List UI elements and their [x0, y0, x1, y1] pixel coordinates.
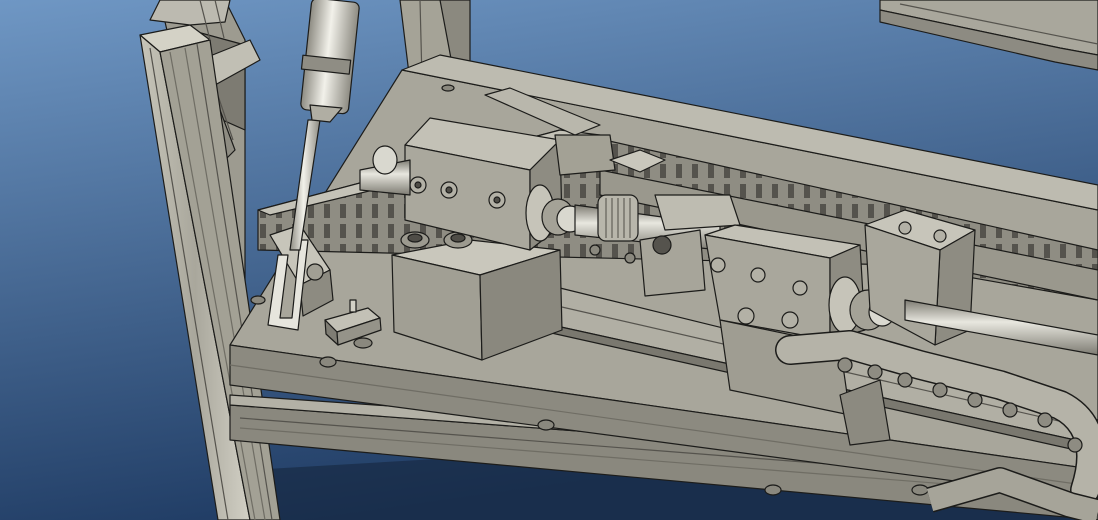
assembly-render — [0, 0, 1098, 520]
cad-viewport[interactable] — [0, 0, 1098, 520]
